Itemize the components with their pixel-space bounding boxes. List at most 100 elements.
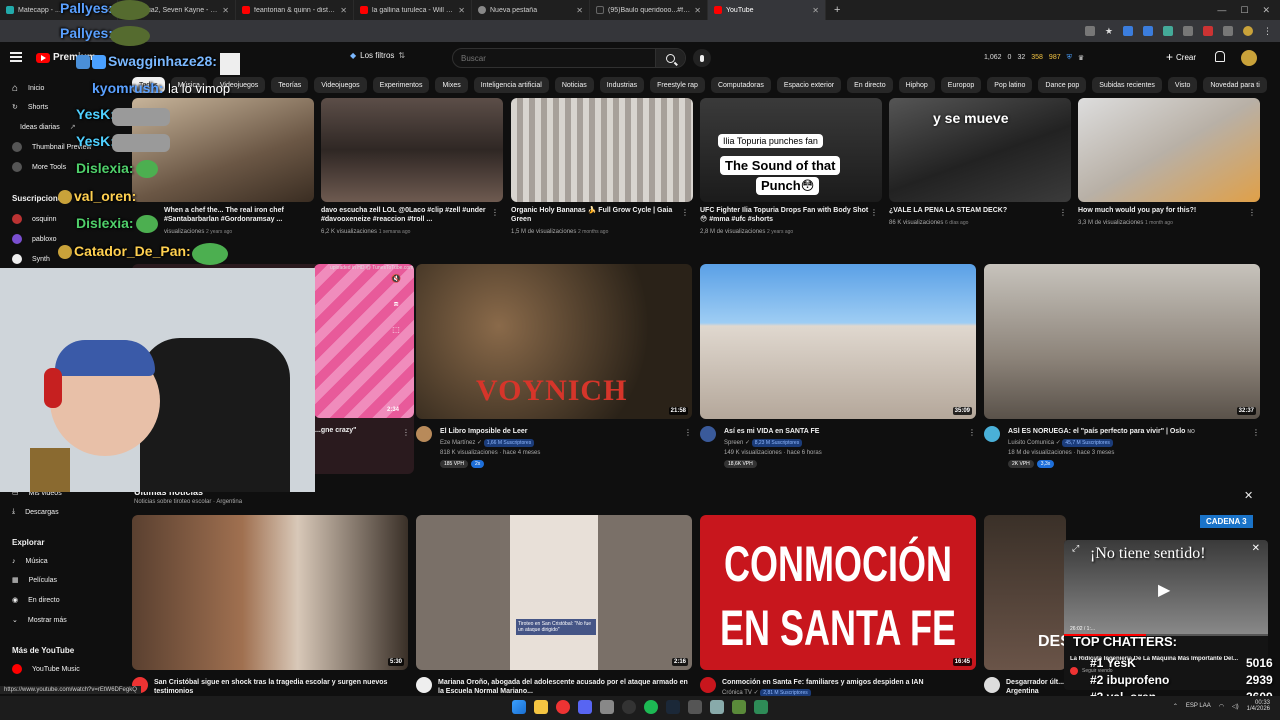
- more-actions-icon[interactable]: ⋮: [1252, 428, 1260, 437]
- app-icon[interactable]: [688, 700, 702, 714]
- channel-avatar[interactable]: [700, 426, 716, 442]
- guide-item-show-more[interactable]: ⌄ Mostrar más: [12, 613, 67, 627]
- video-title[interactable]: Organic Holy Bananas 🍌 Full Grow Cycle |…: [511, 206, 681, 224]
- clock[interactable]: 00:33 1/4/2026: [1247, 700, 1270, 712]
- news-thumbnail[interactable]: 5:30: [132, 515, 408, 670]
- file-explorer-icon[interactable]: [534, 700, 548, 714]
- new-tab-icon[interactable]: +: [826, 4, 848, 16]
- subscription-item[interactable]: osquinn: [12, 212, 57, 226]
- news-card[interactable]: CONMOCIÓN EN SANTA FE 16:45 Conmoción en…: [700, 515, 978, 697]
- chip[interactable]: Computadoras: [710, 77, 771, 93]
- news-thumbnail[interactable]: DES: [984, 515, 1066, 670]
- chip[interactable]: Experimentos: [372, 77, 430, 93]
- chip[interactable]: Subidas recientes: [1092, 77, 1162, 93]
- close-window-icon[interactable]: ✕: [1262, 5, 1270, 16]
- star-icon[interactable]: ★: [1105, 26, 1113, 37]
- channel-avatar[interactable]: [984, 677, 1000, 693]
- more-actions-icon[interactable]: ⋮: [491, 208, 499, 217]
- account-avatar[interactable]: [1241, 50, 1257, 66]
- video-thumbnail[interactable]: Ilia Topuria punches fan The Sound of th…: [700, 98, 882, 202]
- close-tab-icon[interactable]: ✕: [458, 6, 465, 15]
- video-thumbnail[interactable]: VOYNICH 21:58: [416, 264, 692, 419]
- more-actions-icon[interactable]: ⋮: [1248, 208, 1256, 217]
- discord-icon[interactable]: [578, 700, 592, 714]
- miniplayer-icon[interactable]: ⬚: [392, 325, 400, 334]
- channel-name[interactable]: Eze Martínez: [440, 440, 475, 446]
- guide-item-more-tools[interactable]: More Tools: [12, 160, 66, 174]
- video-thumbnail[interactable]: [1078, 98, 1260, 202]
- chrome-icon[interactable]: [556, 700, 570, 714]
- video-title[interactable]: ¿VALE LA PENA LA STEAM DECK?: [889, 206, 1059, 215]
- close-tab-icon[interactable]: ✕: [340, 6, 347, 15]
- guide-item-shorts[interactable]: ↻ Shorts: [12, 100, 48, 114]
- more-actions-icon[interactable]: ⋮: [684, 428, 692, 437]
- news-title[interactable]: San Cristóbal sigue en shock tras la tra…: [154, 678, 404, 696]
- news-title[interactable]: Desgarrador últ... Argentina: [1006, 678, 1064, 696]
- extension-icon[interactable]: [1143, 26, 1153, 36]
- captions-icon[interactable]: ⧈: [393, 299, 398, 309]
- guide-item-downloads[interactable]: ⤓ Descargas: [12, 505, 59, 519]
- close-miniplayer-icon[interactable]: ✕: [1252, 543, 1260, 554]
- windows-start-icon[interactable]: [512, 700, 526, 714]
- browser-tab-active[interactable]: YouTube ✕: [708, 0, 826, 20]
- voice-search-button[interactable]: [693, 49, 711, 67]
- channel-name[interactable]: Spreen: [724, 440, 743, 446]
- steam-icon[interactable]: [666, 700, 680, 714]
- chip[interactable]: Hiphop: [898, 77, 935, 93]
- video-card[interactable]: y se mueve ¿VALE LA PENA LA STEAM DECK? …: [889, 98, 1071, 248]
- guide-item-ideas[interactable]: Ideas diarias ↗: [20, 120, 76, 134]
- extension-icon[interactable]: [1123, 26, 1133, 36]
- profile-icon[interactable]: [1243, 26, 1253, 36]
- news-title[interactable]: Mariana Oroño, abogada del adolescente a…: [438, 678, 688, 696]
- close-tab-icon[interactable]: ✕: [812, 6, 819, 15]
- channel-avatar[interactable]: [416, 426, 432, 442]
- news-title[interactable]: Conmoción en Santa Fe: familiares y amig…: [722, 678, 966, 687]
- video-thumbnail[interactable]: 🔇 ⧈ ⬚: [314, 264, 414, 418]
- chip[interactable]: Mixes: [435, 77, 468, 93]
- notifications-bell-icon[interactable]: [1214, 51, 1225, 63]
- mute-icon[interactable]: 🔇: [391, 274, 401, 283]
- chip[interactable]: Europop: [940, 77, 982, 93]
- chip[interactable]: Freestyle rap: [650, 77, 705, 93]
- extension-icon[interactable]: [1084, 26, 1095, 36]
- more-actions-icon[interactable]: ⋮: [402, 428, 410, 437]
- video-card[interactable]: 32:37 ASÍ ES NORUEGA: el "país perfecto …: [984, 264, 1262, 474]
- browser-tab[interactable]: Nueva pestaña ✕: [472, 0, 590, 20]
- chip[interactable]: Pop latino: [987, 77, 1033, 93]
- subscription-item[interactable]: pabloxo: [12, 232, 57, 246]
- video-card[interactable]: VOYNICH 21:58 El Libro Imposible de Leer…: [416, 264, 694, 474]
- video-title[interactable]: Así es mi VIDA en SANTA FE: [724, 427, 964, 436]
- browser-tab[interactable]: (95)Baulo queridooo...#fyyp #...✕: [590, 0, 708, 20]
- video-thumbnail[interactable]: 32:37: [984, 264, 1260, 419]
- language-indicator[interactable]: ESP LAA: [1186, 703, 1211, 709]
- crown-icon[interactable]: ♛: [1078, 54, 1084, 62]
- extension-icon[interactable]: [1163, 26, 1173, 36]
- video-card[interactable]: 35:09 Así es mi VIDA en SANTA FE Spreen …: [700, 264, 978, 474]
- volume-icon[interactable]: ◁): [1232, 703, 1239, 710]
- filters-button[interactable]: ◆ Los filtros ⇅: [350, 51, 405, 60]
- guide-item-youtube-music[interactable]: YouTube Music: [12, 662, 80, 676]
- more-actions-icon[interactable]: ⋮: [870, 208, 878, 217]
- extension-icon[interactable]: [1203, 26, 1213, 36]
- chip[interactable]: Videojuegos: [314, 77, 367, 93]
- more-menu-icon[interactable]: ⋮: [1263, 26, 1272, 37]
- chip[interactable]: Dance pop: [1038, 77, 1087, 93]
- obs-icon[interactable]: [622, 700, 636, 714]
- play-icon[interactable]: ▶: [1158, 580, 1170, 600]
- news-card[interactable]: 5:30 San Cristóbal sigue en shock tras l…: [132, 515, 410, 695]
- spotify-icon[interactable]: [644, 700, 658, 714]
- browser-tab[interactable]: la gallina turuleca - Will y Rex... ✕: [354, 0, 472, 20]
- news-thumbnail[interactable]: CONMOCIÓN EN SANTA FE 16:45: [700, 515, 976, 670]
- maximize-icon[interactable]: ☐: [1240, 5, 1248, 16]
- channel-avatar[interactable]: [416, 677, 432, 693]
- video-thumbnail[interactable]: 35:09: [700, 264, 976, 419]
- chip[interactable]: Espacio exterior: [776, 77, 842, 93]
- app-icon[interactable]: [600, 700, 614, 714]
- video-title[interactable]: davo escucha zell LOL @0Laco #clip #zell…: [321, 206, 491, 224]
- miniplayer-video[interactable]: ¡No tiene sentido! ⤢ ✕ ▶ 26:02 / 1:...: [1064, 540, 1268, 636]
- close-news-shelf-icon[interactable]: ✕: [1244, 489, 1253, 502]
- browser-tab[interactable]: feantorian & quinn - distance ... ✕: [236, 0, 354, 20]
- channel-avatar[interactable]: [984, 426, 1000, 442]
- video-thumbnail[interactable]: y se mueve: [889, 98, 1071, 202]
- video-thumbnail[interactable]: [511, 98, 693, 202]
